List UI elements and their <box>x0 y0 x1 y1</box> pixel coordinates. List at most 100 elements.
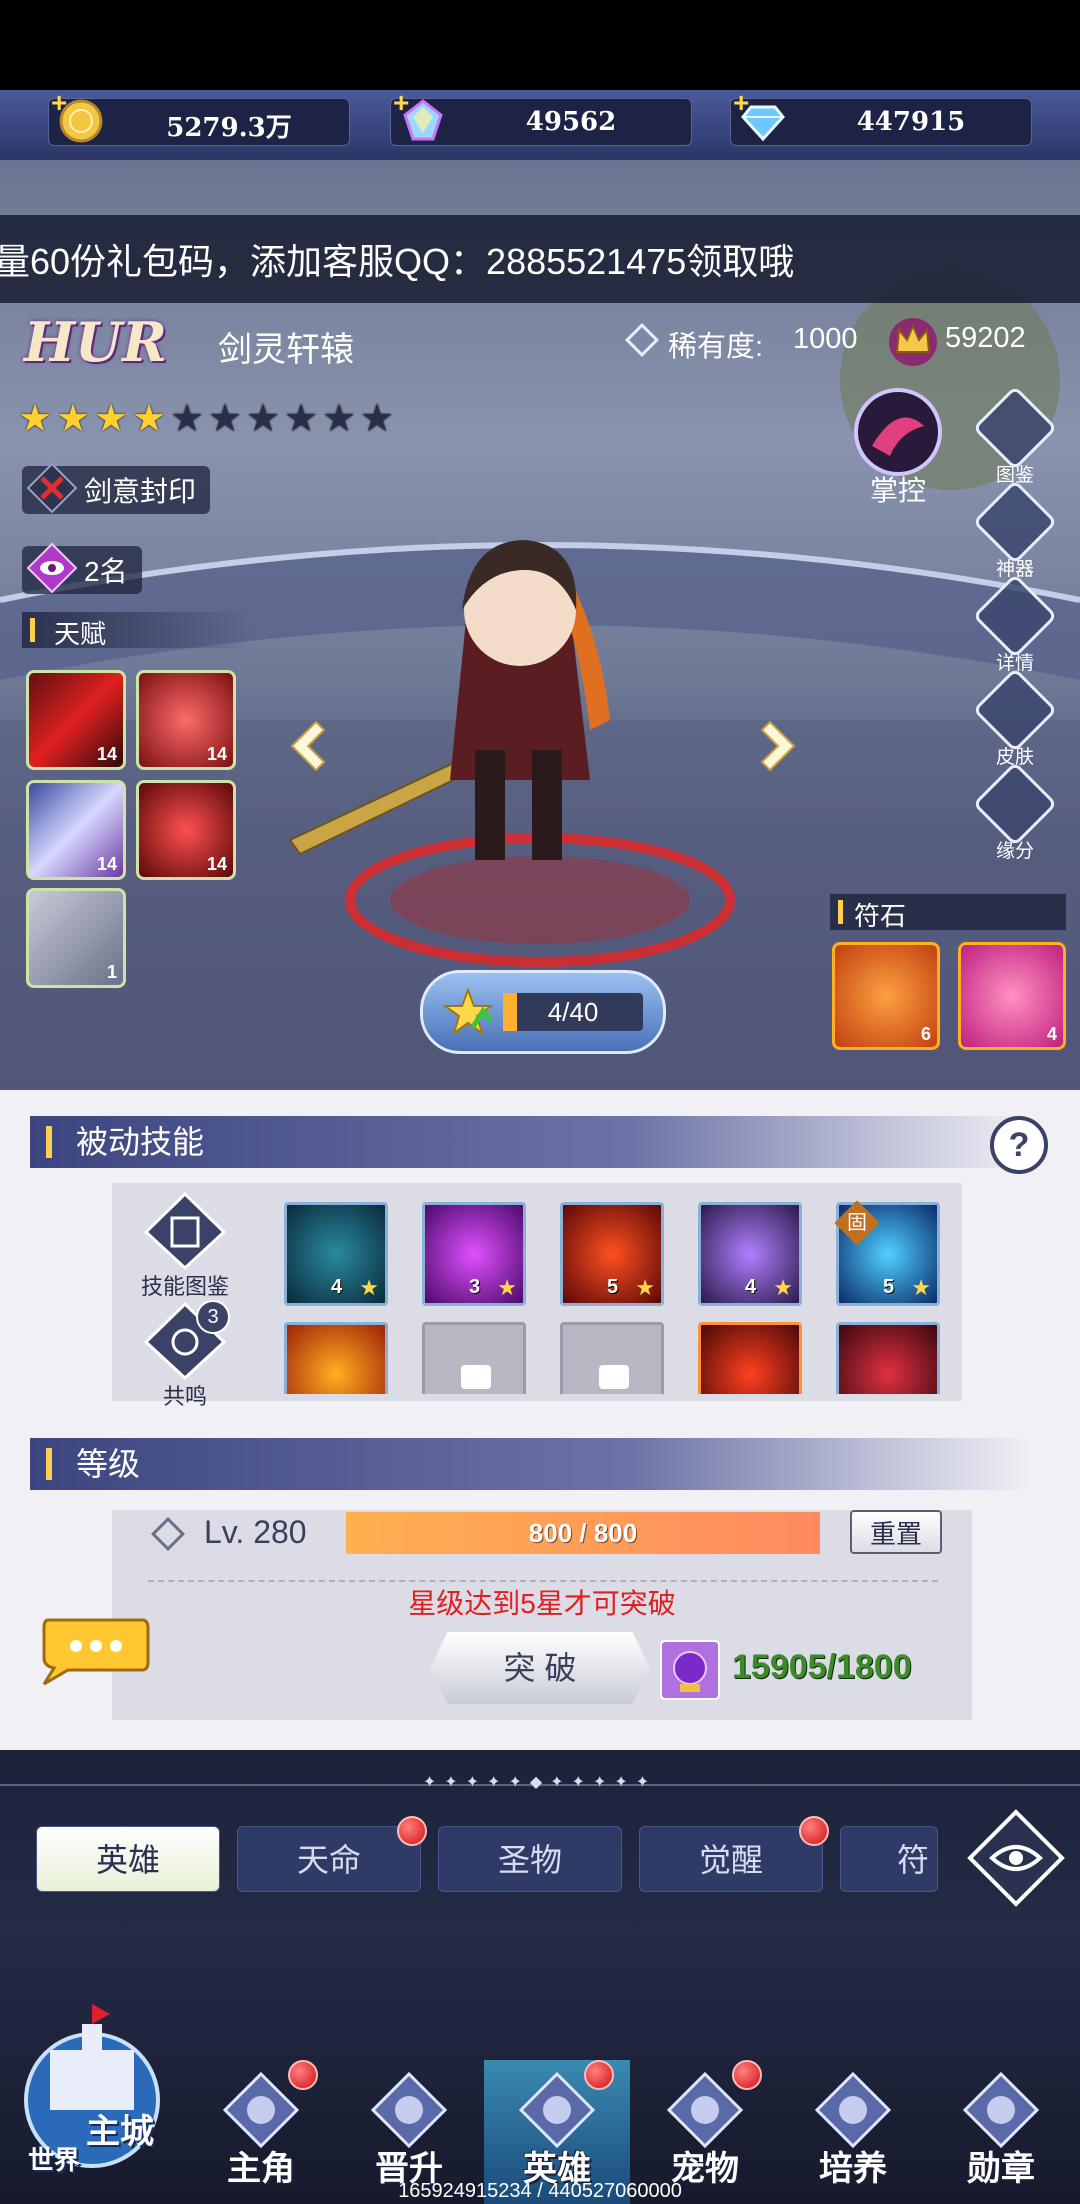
rarity-label: 稀有度: <box>668 331 764 363</box>
level-header: 等级 <box>30 1438 1030 1490</box>
tab-2[interactable]: 天命 <box>237 1826 421 1892</box>
star-icon: ★ <box>284 398 319 440</box>
rank-row[interactable]: 2名 <box>22 542 142 594</box>
star-icon: ★ <box>170 398 205 440</box>
gold-resource[interactable]: + 5279.3万 <box>48 87 350 146</box>
skill-level-4: 4 <box>745 1276 757 1298</box>
star-icon: ★ <box>360 398 395 440</box>
side-button-icon <box>972 573 1058 659</box>
seal-row[interactable]: 剑意封印 <box>22 462 211 514</box>
announcement-marquee: 量60份礼包码，添加客服QQ：2885521475领取哦 <box>0 215 1080 303</box>
gold-coin-icon <box>59 99 103 143</box>
talent-slot-1[interactable]: 14 <box>26 670 126 770</box>
next-hero-arrow-icon[interactable] <box>740 716 800 776</box>
side-button-icon <box>972 479 1058 565</box>
main-city-label: 主城 <box>86 2112 154 2152</box>
hero-grade: HUR <box>24 310 167 374</box>
tab-scroll-eye-icon[interactable] <box>966 1808 1066 1908</box>
footer-text: 165924915234 / 440527060000 <box>398 2180 682 2202</box>
skill-book-button[interactable]: 技能图鉴 <box>130 1190 240 1301</box>
star-progress-bar: 4/40 <box>503 993 643 1031</box>
passive-skill-4[interactable]: 4 ★ <box>698 1202 802 1306</box>
hero-character[interactable] <box>270 460 770 900</box>
locked-skill-slot-1[interactable] <box>422 1322 526 1394</box>
passive-skill-7[interactable] <box>698 1322 802 1394</box>
gold-value: 5279.3万 <box>166 113 292 143</box>
passive-skills-header: 被动技能 <box>30 1116 1030 1168</box>
marquee-text: 量60份礼包码，添加客服QQ：2885521475领取哦 <box>0 241 795 282</box>
resonance-label: 共鸣 <box>162 1384 207 1409</box>
exp-bar: 800 / 800 <box>346 1512 820 1554</box>
notification-dot <box>397 1816 427 1846</box>
previous-hero-arrow-icon[interactable] <box>286 716 346 776</box>
talent-header-text: 天赋 <box>54 619 107 649</box>
side-button-2[interactable]: 神器 <box>972 479 1058 582</box>
side-button-icon <box>972 667 1058 753</box>
star-upgrade-icon <box>443 987 493 1036</box>
side-button-4[interactable]: 皮肤 <box>972 667 1058 770</box>
rune-level-1: 6 <box>920 1024 931 1044</box>
hero-name: 剑灵轩辕 <box>218 331 354 369</box>
passive-title: 被动技能 <box>76 1124 205 1160</box>
talent-level-3: 14 <box>96 854 117 874</box>
passive-skill-5[interactable]: 5 ★ 固 <box>834 1200 940 1306</box>
side-button-3[interactable]: 详情 <box>972 573 1058 676</box>
side-button-5[interactable]: 缘分 <box>972 761 1058 864</box>
rune-slot-1[interactable]: 6 <box>832 942 940 1050</box>
resonance-button[interactable]: 共鸣 3 <box>130 1300 240 1411</box>
star-icon: ★ <box>132 398 167 440</box>
talent-level-5: 1 <box>106 962 117 982</box>
talent-slot-2[interactable]: 14 <box>136 670 236 770</box>
reset-button[interactable]: 重置 <box>850 1510 942 1554</box>
star-progress-text: 4/40 <box>547 997 599 1027</box>
skill-level-2: 3 <box>469 1276 481 1298</box>
level-title: 等级 <box>76 1446 141 1482</box>
talent-slot-5[interactable]: 1 <box>26 888 126 988</box>
passive-skill-1[interactable]: 4 ★ <box>284 1202 388 1306</box>
crossed-swords-icon <box>26 462 78 514</box>
notification-dot <box>288 2060 318 2090</box>
nav-icon <box>962 2071 1040 2149</box>
resource-bar: + 5279.3万 + 49562 + 447915 <box>0 87 1080 163</box>
star-icon: ★ <box>246 398 281 440</box>
control-skill[interactable]: 掌控 <box>850 386 946 509</box>
help-button[interactable]: ? <box>990 1116 1048 1174</box>
rune-header: 符石 <box>830 894 1066 931</box>
passive-skill-3[interactable]: 5 ★ <box>560 1202 664 1306</box>
diamond-resource[interactable]: + 447915 <box>730 87 1032 146</box>
chat-bubble-icon[interactable] <box>38 1612 152 1686</box>
star-icon: ★ <box>94 398 129 440</box>
breakthrough-warning: 星级达到5星才可突破 <box>408 1588 676 1619</box>
notification-dot <box>732 2060 762 2090</box>
star-progress[interactable]: 4/40 <box>420 970 666 1054</box>
talent-slot-4[interactable]: 14 <box>136 780 236 880</box>
star-icon: ★ <box>56 398 91 440</box>
hero-power: 59202 <box>945 322 1026 354</box>
tab-1[interactable]: 英雄 <box>36 1826 220 1892</box>
talent-level-4: 14 <box>206 854 227 874</box>
tab-3[interactable]: 圣物 <box>438 1826 622 1892</box>
talent-slot-3[interactable]: 14 <box>26 780 126 880</box>
crystal-icon <box>403 99 443 141</box>
tab-5[interactable]: 符文 <box>840 1826 938 1892</box>
level-value: Lv. 280 <box>204 1514 307 1550</box>
tab-4[interactable]: 觉醒 <box>639 1826 823 1892</box>
locked-skill-slot-2[interactable] <box>560 1322 664 1394</box>
skill-level-3: 5 <box>607 1276 619 1298</box>
breakthrough-button[interactable]: 突 破 <box>430 1632 650 1704</box>
notification-dot <box>584 2060 614 2090</box>
passive-skill-2[interactable]: 3 ★ <box>422 1202 526 1306</box>
diamond-icon <box>741 105 785 142</box>
talent-level-1: 14 <box>96 744 117 764</box>
side-button-1[interactable]: 图鉴 <box>972 385 1058 488</box>
passive-skill-8[interactable] <box>836 1322 940 1394</box>
passive-skill-row-2 <box>284 1322 954 1394</box>
passive-skill-6[interactable] <box>284 1322 388 1394</box>
skill-level-5: 5 <box>883 1276 895 1298</box>
skill-book-label: 技能图鉴 <box>140 1274 229 1299</box>
rune-level-2: 4 <box>1046 1024 1057 1044</box>
main-city-button[interactable]: 主城 世界 <box>10 2000 180 2175</box>
rune-slot-2[interactable]: 4 <box>958 942 1066 1050</box>
star-icon: ★ <box>322 398 357 440</box>
crystal-resource[interactable]: + 49562 <box>390 87 692 146</box>
